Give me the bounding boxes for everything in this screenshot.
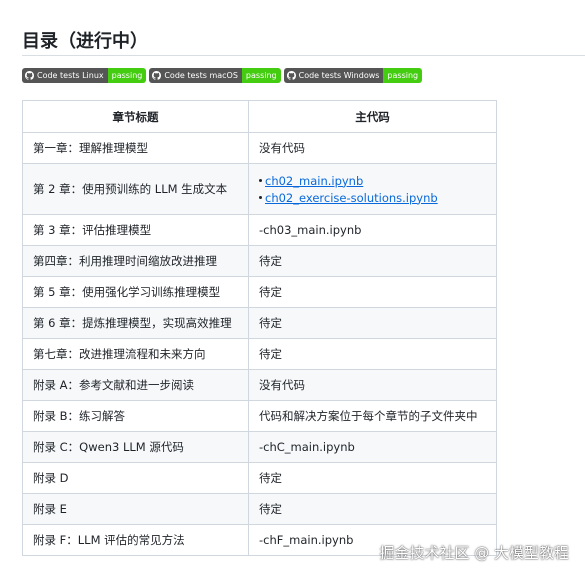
chapter-title: 附录 D <box>22 462 249 494</box>
list-item: ch02_exercise-solutions.ipynb <box>259 191 486 205</box>
github-icon <box>286 71 296 80</box>
column-header-title: 章节标题 <box>22 100 249 133</box>
toc-table: 章节标题 主代码 第一章：理解推理模型 没有代码 第 2 章：使用预训练的 LL… <box>22 100 497 556</box>
chapter-title: 附录 E <box>22 493 249 525</box>
chapter-code: 没有代码 <box>248 132 497 164</box>
badge-status: passing <box>383 68 423 83</box>
chapter-title: 附录 F：LLM 评估的常见方法 <box>22 524 249 556</box>
table-row: 第 3 章：评估推理模型 -ch03_main.ipynb <box>22 214 497 246</box>
chapter-title: 第 2 章：使用预训练的 LLM 生成文本 <box>22 163 249 215</box>
chapter-title: 第 6 章：提炼推理模型，实现高效推理 <box>22 307 249 339</box>
badge-label: Code tests macOS <box>164 71 238 80</box>
table-row: 第 2 章：使用预训练的 LLM 生成文本 ch02_main.ipynb ch… <box>22 163 497 215</box>
table-row: 第七章：改进推理流程和未来方向 待定 <box>22 338 497 370</box>
chapter-code: 待定 <box>248 245 497 277</box>
bullet-icon <box>259 196 262 199</box>
table-row: 附录 E 待定 <box>22 493 497 525</box>
badge-linux[interactable]: Code tests Linux passing <box>22 68 147 83</box>
table-row: 附录 B：练习解答 代码和解决方案位于每个章节的子文件夹中 <box>22 400 497 432</box>
table-row: 附录 C：Qwen3 LLM 源代码 -chC_main.ipynb <box>22 431 497 463</box>
table-row: 附录 A：参考文献和进一步阅读 没有代码 <box>22 369 497 401</box>
badge-macos[interactable]: Code tests macOS passing <box>149 68 281 83</box>
chapter-code: -chC_main.ipynb <box>248 431 497 463</box>
chapter-code: ch02_main.ipynb ch02_exercise-solutions.… <box>248 163 497 215</box>
table-header-row: 章节标题 主代码 <box>22 100 497 133</box>
chapter-code: 待定 <box>248 462 497 494</box>
chapter-code: 待定 <box>248 493 497 525</box>
chapter-title: 附录 B：练习解答 <box>22 400 249 432</box>
table-row: 第 6 章：提炼推理模型，实现高效推理 待定 <box>22 307 497 339</box>
table-row: 第 5 章：使用强化学习训练推理模型 待定 <box>22 276 497 308</box>
chapter-title: 第一章：理解推理模型 <box>22 132 249 164</box>
badge-status: passing <box>107 68 147 83</box>
chapter-code: 待定 <box>248 276 497 308</box>
chapter-title: 附录 A：参考文献和进一步阅读 <box>22 369 249 401</box>
chapter-title: 附录 C：Qwen3 LLM 源代码 <box>22 431 249 463</box>
chapter-title: 第 3 章：评估推理模型 <box>22 214 249 246</box>
chapter-title: 第 5 章：使用强化学习训练推理模型 <box>22 276 249 308</box>
column-header-code: 主代码 <box>248 100 497 133</box>
github-icon <box>152 71 162 80</box>
watermark: 掘金技术社区 @ 大模型教程 <box>379 544 569 562</box>
section-heading: 目录（进行中） <box>22 31 148 52</box>
heading-divider <box>22 55 585 56</box>
ci-badges: Code tests Linux passing Code tests macO… <box>22 68 423 83</box>
notebook-link[interactable]: ch02_main.ipynb <box>265 174 363 188</box>
table-row: 附录 D 待定 <box>22 462 497 494</box>
chapter-code: 待定 <box>248 338 497 370</box>
github-icon <box>25 71 34 80</box>
badge-windows[interactable]: Code tests Windows passing <box>283 68 423 83</box>
notebook-link[interactable]: ch02_exercise-solutions.ipynb <box>265 191 438 205</box>
bullet-icon <box>259 179 262 182</box>
chapter-code: -ch03_main.ipynb <box>248 214 497 246</box>
badge-label: Code tests Windows <box>298 71 380 80</box>
list-item: ch02_main.ipynb <box>259 174 486 188</box>
chapter-title: 第七章：改进推理流程和未来方向 <box>22 338 249 370</box>
badge-label: Code tests Linux <box>37 71 104 80</box>
chapter-title: 第四章：利用推理时间缩放改进推理 <box>22 245 249 277</box>
badge-status: passing <box>241 68 281 83</box>
table-row: 第四章：利用推理时间缩放改进推理 待定 <box>22 245 497 277</box>
table-row: 第一章：理解推理模型 没有代码 <box>22 132 497 164</box>
chapter-code: 没有代码 <box>248 369 497 401</box>
chapter-code: 待定 <box>248 307 497 339</box>
chapter-code: 代码和解决方案位于每个章节的子文件夹中 <box>248 400 497 432</box>
